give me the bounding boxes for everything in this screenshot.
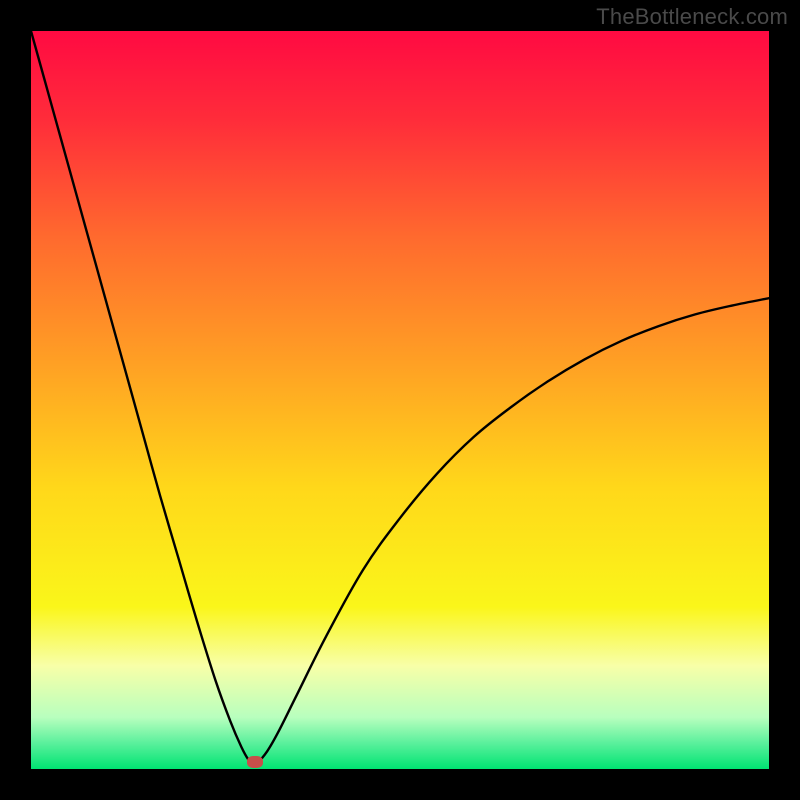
plot-area xyxy=(31,31,769,769)
optimum-marker xyxy=(247,756,263,768)
bottleneck-curve xyxy=(31,31,769,769)
watermark-text: TheBottleneck.com xyxy=(596,4,788,30)
chart-frame: TheBottleneck.com xyxy=(0,0,800,800)
